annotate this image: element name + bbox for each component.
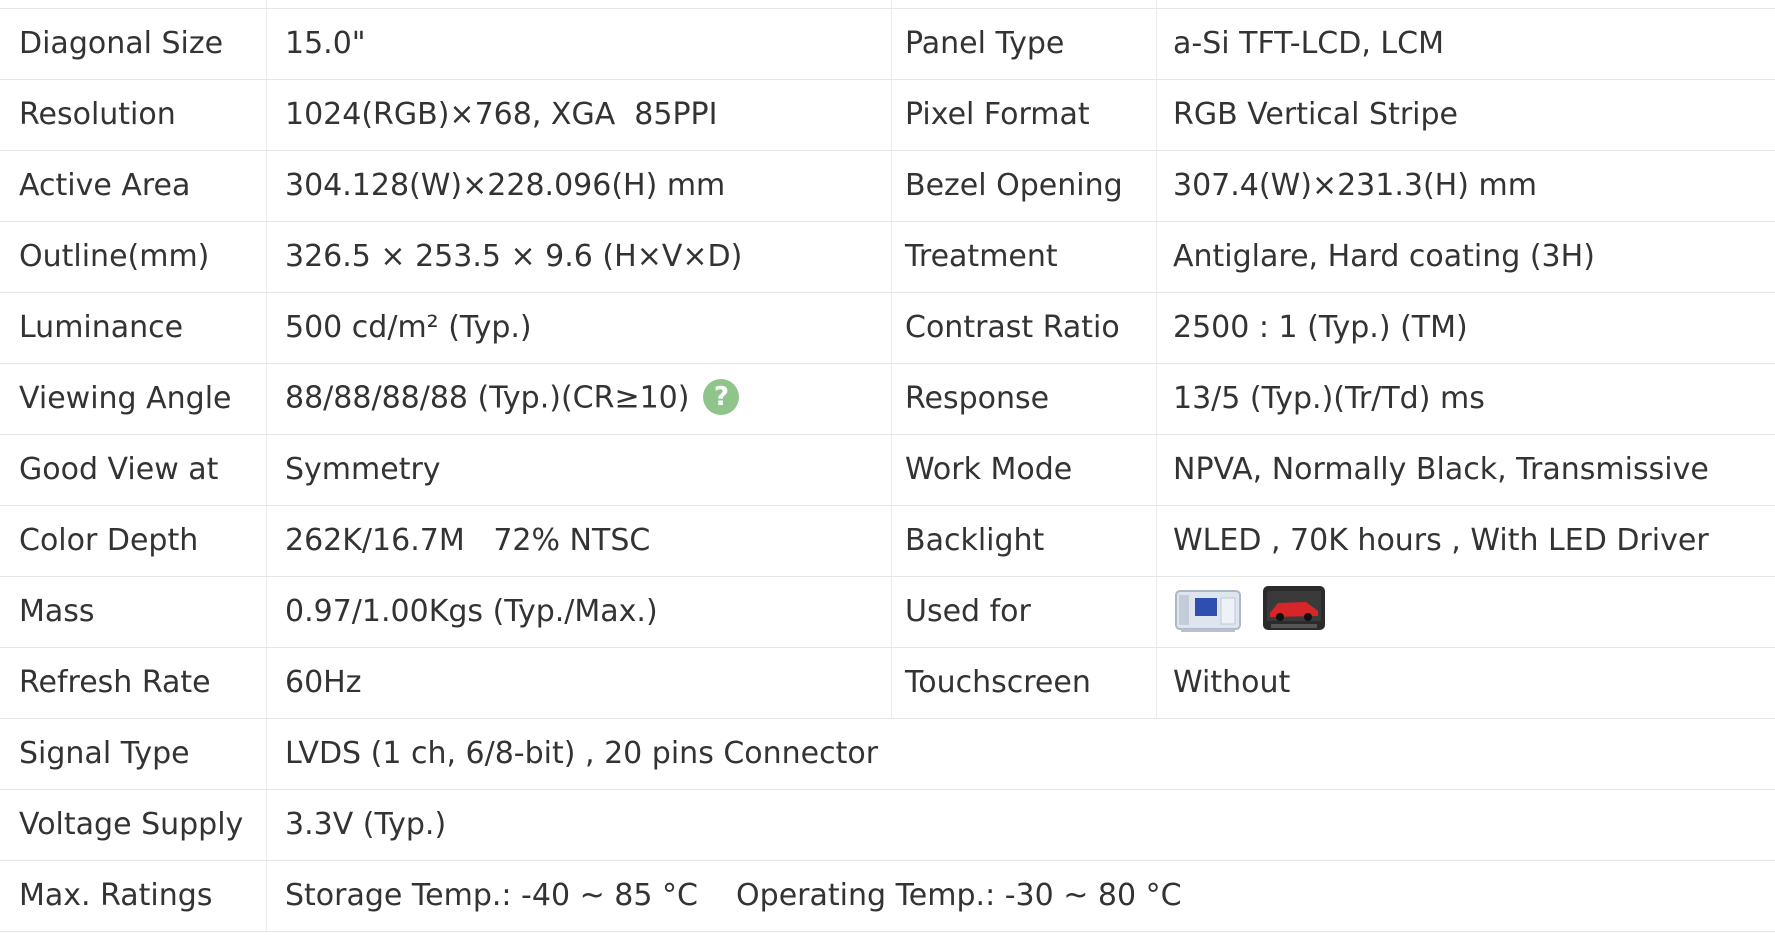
spec-value: 88/88/88/88 (Typ.)(CR≥10) <box>285 380 690 416</box>
spec-label: Max. Ratings <box>0 860 267 932</box>
spec-row-signal-type: Signal Type LVDS (1 ch, 6/8-bit) , 20 pi… <box>0 718 1775 790</box>
spec-value: 1024(RGB)×768, XGA 85PPI <box>266 79 892 151</box>
spec-row-good-view: Good View at Symmetry Work Mode NPVA, No… <box>0 434 1775 506</box>
spec-label: Bezel Opening <box>891 150 1157 222</box>
spec-label: Work Mode <box>891 434 1157 506</box>
table-top-strip <box>0 0 1775 9</box>
spec-value-cell: 88/88/88/88 (Typ.)(CR≥10)? <box>266 363 892 435</box>
car-display-icon[interactable] <box>1261 584 1327 640</box>
industrial-device-icon[interactable] <box>1173 585 1243 639</box>
spec-label: Viewing Angle <box>0 363 267 435</box>
spec-table: Diagonal Size 15.0" Panel Type a-Si TFT-… <box>0 0 1775 932</box>
spec-value: WLED , 70K hours , With LED Driver <box>1156 505 1775 577</box>
spec-value: RGB Vertical Stripe <box>1156 79 1775 151</box>
spec-label: Panel Type <box>891 8 1157 80</box>
spec-value: 0.97/1.00Kgs (Typ./Max.) <box>266 576 892 648</box>
spec-value: Storage Temp.: -40 ~ 85 °C Operating Tem… <box>266 860 1775 932</box>
spec-row-viewing-angle: Viewing Angle 88/88/88/88 (Typ.)(CR≥10)?… <box>0 363 1775 435</box>
spec-label: Backlight <box>891 505 1157 577</box>
spec-value: 304.128(W)×228.096(H) mm <box>266 150 892 222</box>
spec-label: Pixel Format <box>891 79 1157 151</box>
spec-label: Color Depth <box>0 505 267 577</box>
spec-row-voltage-supply: Voltage Supply 3.3V (Typ.) <box>0 789 1775 861</box>
spec-value: 13/5 (Typ.)(Tr/Td) ms <box>1156 363 1775 435</box>
used-for-thumbnails <box>1156 576 1775 648</box>
spec-row-outline: Outline(mm) 326.5 × 253.5 × 9.6 (H×V×D) … <box>0 221 1775 293</box>
spec-label: Luminance <box>0 292 267 364</box>
spec-label: Good View at <box>0 434 267 506</box>
spec-value: 15.0" <box>266 8 892 80</box>
spec-value: Antiglare, Hard coating (3H) <box>1156 221 1775 293</box>
spec-label: Treatment <box>891 221 1157 293</box>
spec-label: Signal Type <box>0 718 267 790</box>
spec-value: 500 cd/m² (Typ.) <box>266 292 892 364</box>
spec-row-diagonal-size: Diagonal Size 15.0" Panel Type a-Si TFT-… <box>0 8 1775 80</box>
spec-value: a-Si TFT-LCD, LCM <box>1156 8 1775 80</box>
spec-label: Contrast Ratio <box>891 292 1157 364</box>
spec-value: NPVA, Normally Black, Transmissive <box>1156 434 1775 506</box>
spec-row-max-ratings: Max. Ratings Storage Temp.: -40 ~ 85 °C … <box>0 860 1775 932</box>
spec-row-luminance: Luminance 500 cd/m² (Typ.) Contrast Rati… <box>0 292 1775 364</box>
spec-label: Diagonal Size <box>0 8 267 80</box>
spec-value: 60Hz <box>266 647 892 719</box>
spec-label: Touchscreen <box>891 647 1157 719</box>
spec-label: Mass <box>0 576 267 648</box>
spec-label: Voltage Supply <box>0 789 267 861</box>
spec-row-refresh-rate: Refresh Rate 60Hz Touchscreen Without <box>0 647 1775 719</box>
spec-value: LVDS (1 ch, 6/8-bit) , 20 pins Connector <box>266 718 1775 790</box>
spec-label: Used for <box>891 576 1157 648</box>
spec-label: Resolution <box>0 79 267 151</box>
spec-row-color-depth: Color Depth 262K/16.7M 72% NTSC Backligh… <box>0 505 1775 577</box>
spec-label: Active Area <box>0 150 267 222</box>
spec-row-resolution: Resolution 1024(RGB)×768, XGA 85PPI Pixe… <box>0 79 1775 151</box>
spec-value: Without <box>1156 647 1775 719</box>
spec-value: 3.3V (Typ.) <box>266 789 1775 861</box>
spec-row-active-area: Active Area 304.128(W)×228.096(H) mm Bez… <box>0 150 1775 222</box>
spec-value: Symmetry <box>266 434 892 506</box>
spec-label: Refresh Rate <box>0 647 267 719</box>
spec-value: 326.5 × 253.5 × 9.6 (H×V×D) <box>266 221 892 293</box>
spec-label: Response <box>891 363 1157 435</box>
spec-value: 307.4(W)×231.3(H) mm <box>1156 150 1775 222</box>
help-icon[interactable]: ? <box>703 379 740 415</box>
spec-row-mass: Mass 0.97/1.00Kgs (Typ./Max.) Used for <box>0 576 1775 648</box>
spec-value: 2500 : 1 (Typ.) (TM) <box>1156 292 1775 364</box>
spec-value: 262K/16.7M 72% NTSC <box>266 505 892 577</box>
spec-label: Outline(mm) <box>0 221 267 293</box>
